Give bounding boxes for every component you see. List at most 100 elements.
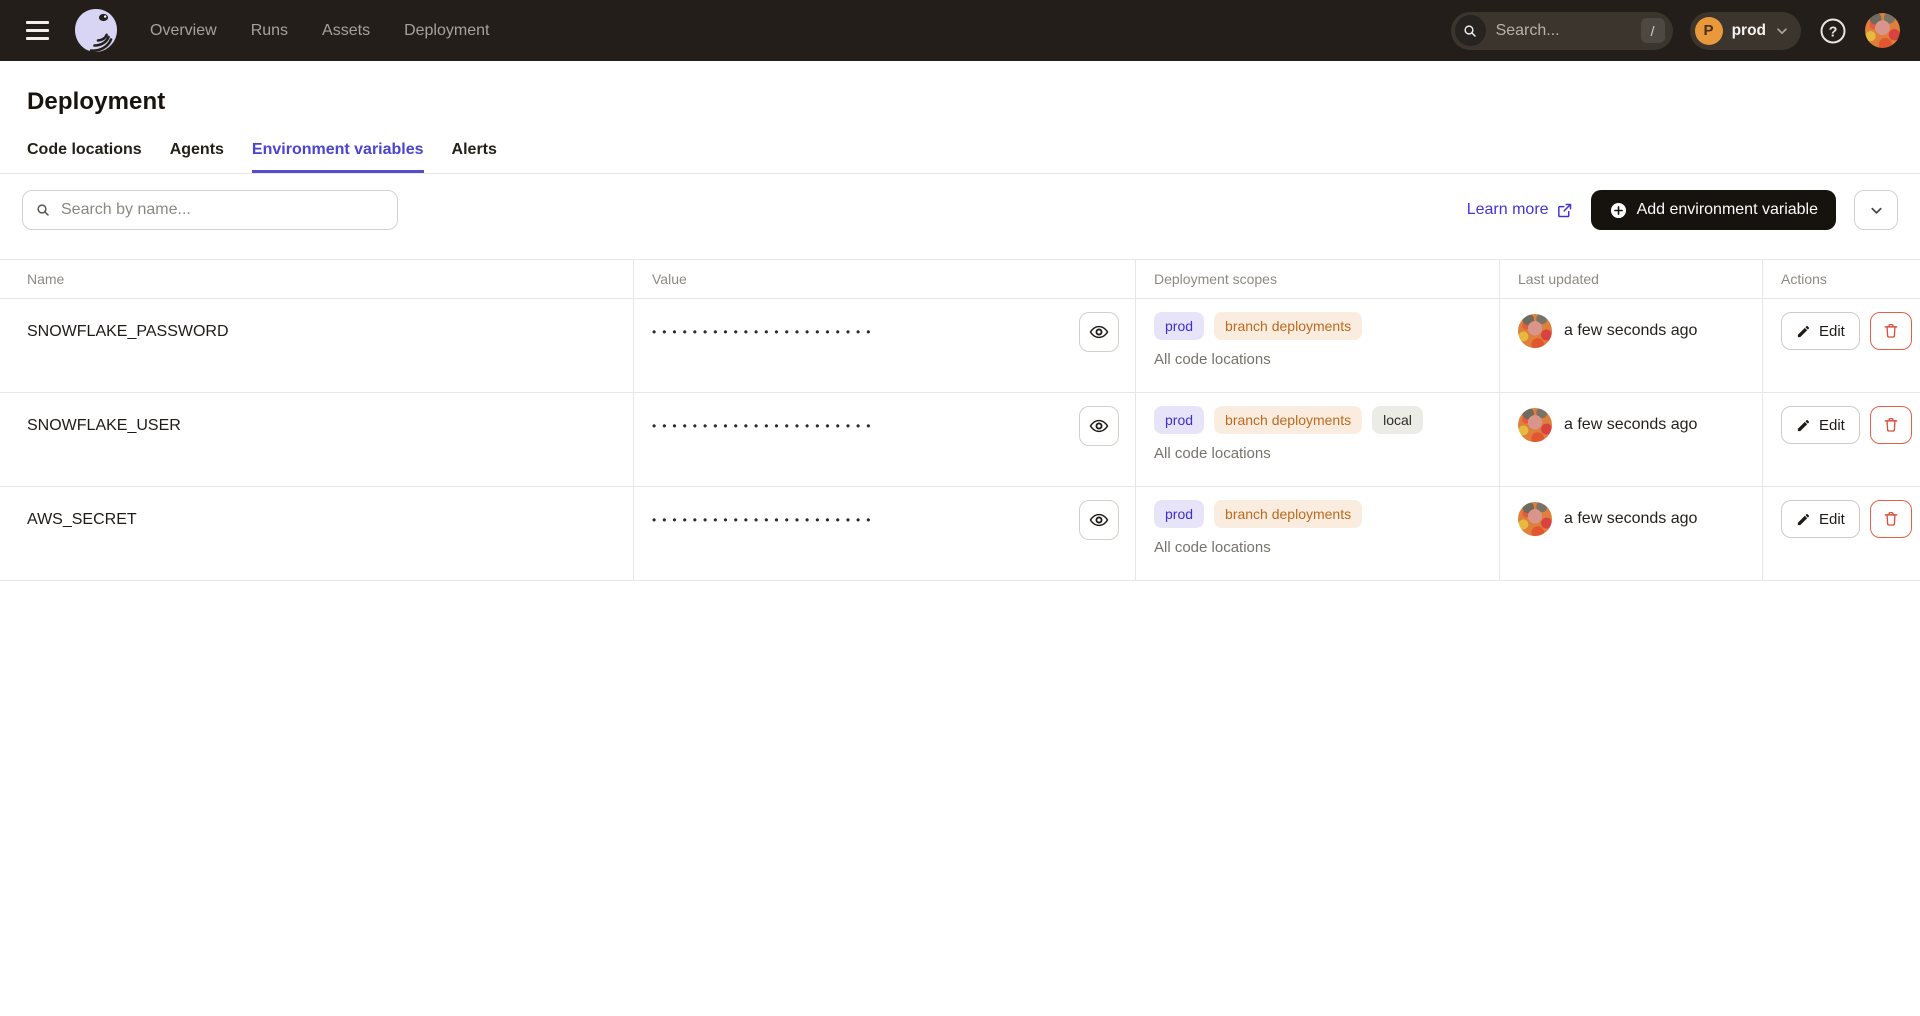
table-row: SNOWFLAKE_USER •••••••••••••••••••••• prod… bbox=[0, 393, 1920, 487]
delete-button[interactable] bbox=[1870, 406, 1912, 444]
scope-badge-branch: branch deployments bbox=[1214, 406, 1362, 434]
user-avatar bbox=[1518, 408, 1552, 442]
deployment-switcher[interactable]: P prod bbox=[1690, 12, 1801, 50]
actions-cell: Edit bbox=[1762, 487, 1920, 580]
eye-icon bbox=[1089, 510, 1109, 530]
primary-nav: Overview Runs Assets Deployment bbox=[150, 22, 489, 40]
dagster-logo-icon[interactable] bbox=[72, 6, 120, 56]
tab-alerts[interactable]: Alerts bbox=[452, 141, 497, 173]
reveal-value-button[interactable] bbox=[1079, 312, 1119, 352]
trash-icon bbox=[1882, 322, 1900, 340]
code-locations-label: All code locations bbox=[1154, 445, 1499, 462]
edit-button-label: Edit bbox=[1819, 511, 1845, 528]
last-updated-cell: a few seconds ago bbox=[1499, 393, 1762, 486]
user-avatar bbox=[1518, 502, 1552, 536]
table-header-row: Name Value Deployment scopes Last update… bbox=[0, 260, 1920, 299]
add-environment-variable-button[interactable]: Add environment variable bbox=[1591, 190, 1836, 230]
scope-badge-prod: prod bbox=[1154, 312, 1204, 340]
delete-button[interactable] bbox=[1870, 312, 1912, 350]
scope-badges: prod branch deployments local bbox=[1154, 406, 1499, 434]
trash-icon bbox=[1882, 510, 1900, 528]
code-locations-label: All code locations bbox=[1154, 351, 1499, 368]
deployment-switcher-avatar: P bbox=[1695, 17, 1723, 45]
table-row: SNOWFLAKE_PASSWORD••••••••••••••••••••••… bbox=[0, 299, 1920, 393]
topnav-right-cluster: Search... / P prod ? bbox=[1451, 12, 1900, 50]
chevron-down-icon bbox=[1869, 203, 1884, 218]
code-locations-label: All code locations bbox=[1154, 539, 1499, 556]
delete-button[interactable] bbox=[1870, 500, 1912, 538]
scope-badges: prod branch deployments bbox=[1154, 312, 1499, 340]
last-updated-text: a few seconds ago bbox=[1564, 502, 1697, 536]
column-header-last-updated: Last updated bbox=[1499, 260, 1762, 298]
last-updated-cell: a few seconds ago bbox=[1499, 487, 1762, 580]
deployment-scopes-cell: prod branch deployments All code locations bbox=[1135, 299, 1499, 392]
masked-value: •••••••••••••••••••••• bbox=[652, 312, 876, 352]
env-var-table-body: SNOWFLAKE_PASSWORD••••••••••••••••••••••… bbox=[0, 299, 1920, 581]
user-avatar bbox=[1518, 314, 1552, 348]
scope-badge-prod: prod bbox=[1154, 500, 1204, 528]
last-updated-text: a few seconds ago bbox=[1564, 408, 1697, 442]
env-var-name: AWS_SECRET bbox=[0, 487, 633, 580]
nav-item-assets[interactable]: Assets bbox=[322, 22, 370, 40]
scope-badge-branch: branch deployments bbox=[1214, 312, 1362, 340]
scope-badges: prod branch deployments bbox=[1154, 500, 1499, 528]
scope-badge-branch: branch deployments bbox=[1214, 500, 1362, 528]
nav-item-overview[interactable]: Overview bbox=[150, 22, 217, 40]
learn-more-label: Learn more bbox=[1467, 201, 1549, 219]
eye-icon bbox=[1089, 416, 1109, 436]
actions-cell: Edit bbox=[1762, 299, 1920, 392]
edit-button[interactable]: Edit bbox=[1781, 500, 1860, 538]
edit-button[interactable]: Edit bbox=[1781, 406, 1860, 444]
actions-cell: Edit bbox=[1762, 393, 1920, 486]
global-search-placeholder: Search... bbox=[1496, 22, 1641, 40]
trash-icon bbox=[1882, 416, 1900, 434]
scope-badge-local: local bbox=[1372, 406, 1423, 434]
hamburger-menu-icon[interactable] bbox=[26, 16, 56, 46]
tab-environment-variables[interactable]: Environment variables bbox=[252, 141, 424, 173]
pencil-icon bbox=[1796, 512, 1811, 527]
deployment-switcher-label: prod bbox=[1732, 22, 1766, 40]
reveal-value-button[interactable] bbox=[1079, 406, 1119, 446]
plus-circle-icon bbox=[1609, 201, 1628, 220]
reveal-value-button[interactable] bbox=[1079, 500, 1119, 540]
last-updated-text: a few seconds ago bbox=[1564, 314, 1697, 348]
external-link-icon bbox=[1556, 202, 1573, 219]
page-title: Deployment bbox=[0, 61, 1920, 116]
nav-item-deployment[interactable]: Deployment bbox=[404, 22, 489, 40]
pencil-icon bbox=[1796, 324, 1811, 339]
table-row: AWS_SECRET•••••••••••••••••••••• prod bran… bbox=[0, 487, 1920, 581]
eye-icon bbox=[1089, 322, 1109, 342]
tab-code-locations[interactable]: Code locations bbox=[27, 141, 142, 173]
search-icon bbox=[1455, 15, 1486, 46]
edit-button[interactable]: Edit bbox=[1781, 312, 1860, 350]
env-var-value-cell: •••••••••••••••••••••• bbox=[633, 487, 1135, 580]
column-header-actions: Actions bbox=[1762, 260, 1920, 298]
column-header-value: Value bbox=[633, 260, 1135, 298]
scope-badge-prod: prod bbox=[1154, 406, 1204, 434]
last-updated-cell: a few seconds ago bbox=[1499, 299, 1762, 392]
add-button-label: Add environment variable bbox=[1637, 201, 1818, 219]
add-variable-more-options-button[interactable] bbox=[1854, 190, 1898, 230]
svg-text:?: ? bbox=[1829, 24, 1838, 40]
chevron-down-icon bbox=[1775, 24, 1789, 38]
env-var-name: SNOWFLAKE_USER bbox=[0, 393, 633, 486]
search-shortcut-badge: / bbox=[1641, 18, 1665, 43]
edit-button-label: Edit bbox=[1819, 323, 1845, 340]
env-var-toolbar: Learn more Add environment variable bbox=[0, 174, 1920, 244]
top-navbar: Overview Runs Assets Deployment Search..… bbox=[0, 0, 1920, 61]
search-by-name-input[interactable] bbox=[22, 190, 398, 230]
tab-agents[interactable]: Agents bbox=[170, 141, 224, 173]
env-var-value-cell: •••••••••••••••••••••• bbox=[633, 393, 1135, 486]
masked-value: •••••••••••••••••••••• bbox=[652, 406, 876, 446]
column-header-name: Name bbox=[0, 260, 633, 298]
global-search-input[interactable]: Search... / bbox=[1451, 12, 1673, 50]
deployment-scopes-cell: prod branch deployments All code locations bbox=[1135, 487, 1499, 580]
env-var-value-cell: •••••••••••••••••••••• bbox=[633, 299, 1135, 392]
learn-more-link[interactable]: Learn more bbox=[1467, 201, 1573, 219]
nav-item-runs[interactable]: Runs bbox=[251, 22, 288, 40]
deployment-tabs: Code locations Agents Environment variab… bbox=[0, 141, 1920, 174]
help-icon[interactable]: ? bbox=[1818, 16, 1848, 46]
user-avatar[interactable] bbox=[1865, 13, 1900, 48]
search-icon bbox=[35, 202, 51, 223]
deployment-scopes-cell: prod branch deployments local All code loca… bbox=[1135, 393, 1499, 486]
